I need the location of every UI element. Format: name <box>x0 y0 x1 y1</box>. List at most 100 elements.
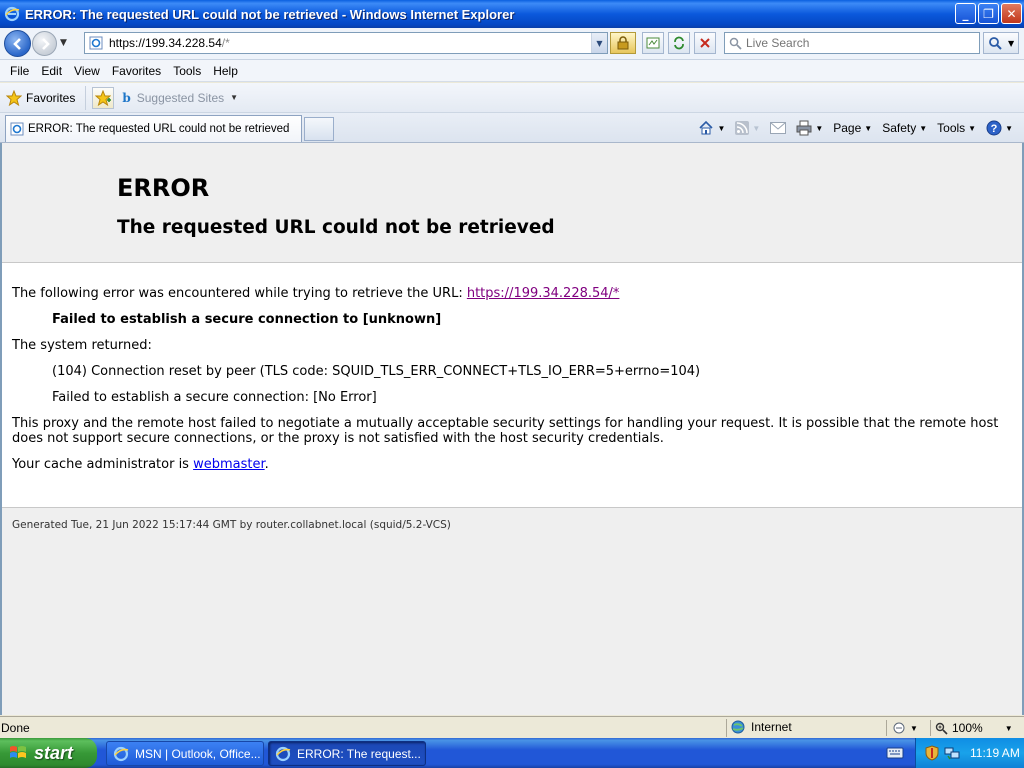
start-button[interactable]: start <box>0 738 97 768</box>
menu-favorites[interactable]: Favorites <box>106 62 167 80</box>
windows-flag-icon <box>10 746 26 758</box>
status-text: Done <box>1 721 30 735</box>
zone-label: Internet <box>751 720 792 734</box>
security-shield-icon[interactable] <box>924 745 940 761</box>
tab-page-icon <box>10 122 24 136</box>
zoom-dropdown-icon: ▼ <box>1004 723 1013 733</box>
suggested-sites-label: Suggested Sites <box>136 90 225 105</box>
search-go-button[interactable]: ▼ <box>983 32 1019 54</box>
menu-file[interactable]: File <box>4 62 35 80</box>
admin-suffix: . <box>264 457 269 472</box>
error-body: The following error was encountered whil… <box>12 286 1012 483</box>
protected-mode-button[interactable]: ▼ <box>886 720 926 736</box>
feeds-dropdown-icon[interactable]: ▼ <box>752 124 760 133</box>
security-zone[interactable]: Internet <box>731 720 792 734</box>
tab-active[interactable]: ERROR: The requested URL could not be re… <box>5 115 302 142</box>
zoom-button[interactable]: 100% ▼ <box>930 720 1013 736</box>
intro-text: The following error was encountered whil… <box>12 286 467 301</box>
search-input[interactable] <box>746 36 966 50</box>
status-divider <box>726 719 727 737</box>
back-button[interactable] <box>4 30 31 57</box>
forward-button[interactable] <box>32 31 57 56</box>
tools-menu-button[interactable]: Tools ▼ <box>934 121 979 135</box>
help-icon: ? <box>986 120 1002 136</box>
favorites-label: Favorites <box>26 90 76 105</box>
print-dropdown-icon[interactable]: ▼ <box>815 124 823 133</box>
favorites-button[interactable]: Favorites <box>6 85 87 110</box>
favorites-star-icon <box>6 89 22 106</box>
stop-icon <box>700 38 710 48</box>
recent-pages-dropdown-icon[interactable]: ▼ <box>60 38 67 48</box>
read-mail-button[interactable] <box>767 122 789 134</box>
home-icon <box>699 120 714 135</box>
window-title-bar[interactable]: ERROR: The requested URL could not be re… <box>0 0 1024 28</box>
taskbar-item-msn[interactable]: MSN | Outlook, Office... <box>106 741 264 766</box>
admin-paragraph: Your cache administrator is webmaster. <box>12 457 1012 472</box>
search-box[interactable] <box>724 32 980 54</box>
compatibility-view-button[interactable] <box>642 32 664 54</box>
taskbar: start MSN | Outlook, Office... ERROR: Th… <box>0 738 1024 768</box>
requested-url-link[interactable]: https://199.34.228.54/* <box>467 286 620 301</box>
system-returned-label: The system returned: <box>12 338 152 353</box>
add-favorite-star-icon <box>95 89 112 106</box>
bing-icon: b <box>122 90 131 105</box>
safety-menu-button[interactable]: Safety ▼ <box>879 121 930 135</box>
address-toolbar: ▼ https://199.34.228.54/* ▼ ▼ <box>0 28 1024 60</box>
suggested-sites-button[interactable]: b Suggested Sites ▼ <box>122 91 238 105</box>
minimize-button[interactable]: _ <box>955 3 976 24</box>
refresh-icon <box>674 36 684 50</box>
ie-taskbar-icon <box>275 746 291 761</box>
favorites-bar: Favorites b Suggested Sites ▼ <box>0 83 1024 113</box>
home-button[interactable]: ▼ <box>695 120 728 136</box>
page-dropdown-icon: ▼ <box>864 123 873 133</box>
protected-mode-icon <box>893 722 905 734</box>
system-tray: 11:19 AM <box>915 738 1024 768</box>
taskbar-item-label: ERROR: The request... <box>297 746 421 761</box>
webmaster-link[interactable]: webmaster <box>193 457 265 472</box>
search-options-dropdown-icon[interactable]: ▼ <box>1008 39 1014 48</box>
maximize-button[interactable]: ❐ <box>978 3 999 24</box>
protected-mode-dropdown-icon: ▼ <box>910 723 918 733</box>
ie-logo-icon <box>4 6 20 22</box>
address-bar[interactable]: https://199.34.228.54/* ▼ <box>84 32 608 54</box>
printer-icon <box>796 120 812 136</box>
close-window-button[interactable]: ✕ <box>1001 3 1022 24</box>
print-button[interactable]: ▼ <box>793 120 826 136</box>
zoom-icon <box>935 722 948 735</box>
compatibility-view-icon <box>646 37 660 49</box>
safety-dropdown-icon: ▼ <box>919 123 928 133</box>
rss-feed-icon <box>735 121 750 135</box>
menu-edit[interactable]: Edit <box>35 62 68 80</box>
internet-globe-icon <box>731 720 745 734</box>
search-icon <box>729 37 742 50</box>
security-lock-button[interactable] <box>610 32 636 54</box>
address-url[interactable]: https://199.34.228.54/* <box>109 36 230 50</box>
menu-help[interactable]: Help <box>207 62 244 80</box>
error-message: Failed to establish a secure connection … <box>52 312 442 327</box>
menu-tools[interactable]: Tools <box>167 62 207 80</box>
page-title: ERROR <box>117 174 210 202</box>
stop-button[interactable] <box>694 32 716 54</box>
tab-bar: ERROR: The requested URL could not be re… <box>0 113 1024 143</box>
address-dropdown-icon[interactable]: ▼ <box>591 33 607 53</box>
admin-text: Your cache administrator is <box>12 457 194 472</box>
clock[interactable]: 11:19 AM <box>970 746 1020 760</box>
explanation-paragraph: This proxy and the remote host failed to… <box>12 416 999 446</box>
home-dropdown-icon[interactable]: ▼ <box>717 124 725 133</box>
refresh-button[interactable] <box>668 32 690 54</box>
network-icon[interactable] <box>944 745 960 761</box>
add-to-favorites-bar-button[interactable] <box>92 86 115 109</box>
zoom-level: 100% <box>952 721 983 735</box>
page-icon <box>89 36 103 50</box>
back-arrow-icon <box>12 37 21 50</box>
page-menu-button[interactable]: Page ▼ <box>830 121 875 135</box>
menu-view[interactable]: View <box>68 62 106 80</box>
help-button[interactable]: ? ▼ <box>983 120 1016 136</box>
feeds-button[interactable]: ▼ <box>732 121 763 135</box>
taskbar-item-error-page[interactable]: ERROR: The request... <box>268 741 426 766</box>
intro-paragraph: The following error was encountered whil… <box>12 286 1012 301</box>
new-tab-button[interactable] <box>304 117 334 141</box>
error-message-paragraph: Failed to establish a secure connection … <box>12 312 1012 327</box>
status-bar: Done Internet ▼ 100% ▼ <box>0 716 1024 738</box>
keyboard-language-icon[interactable] <box>886 744 904 762</box>
